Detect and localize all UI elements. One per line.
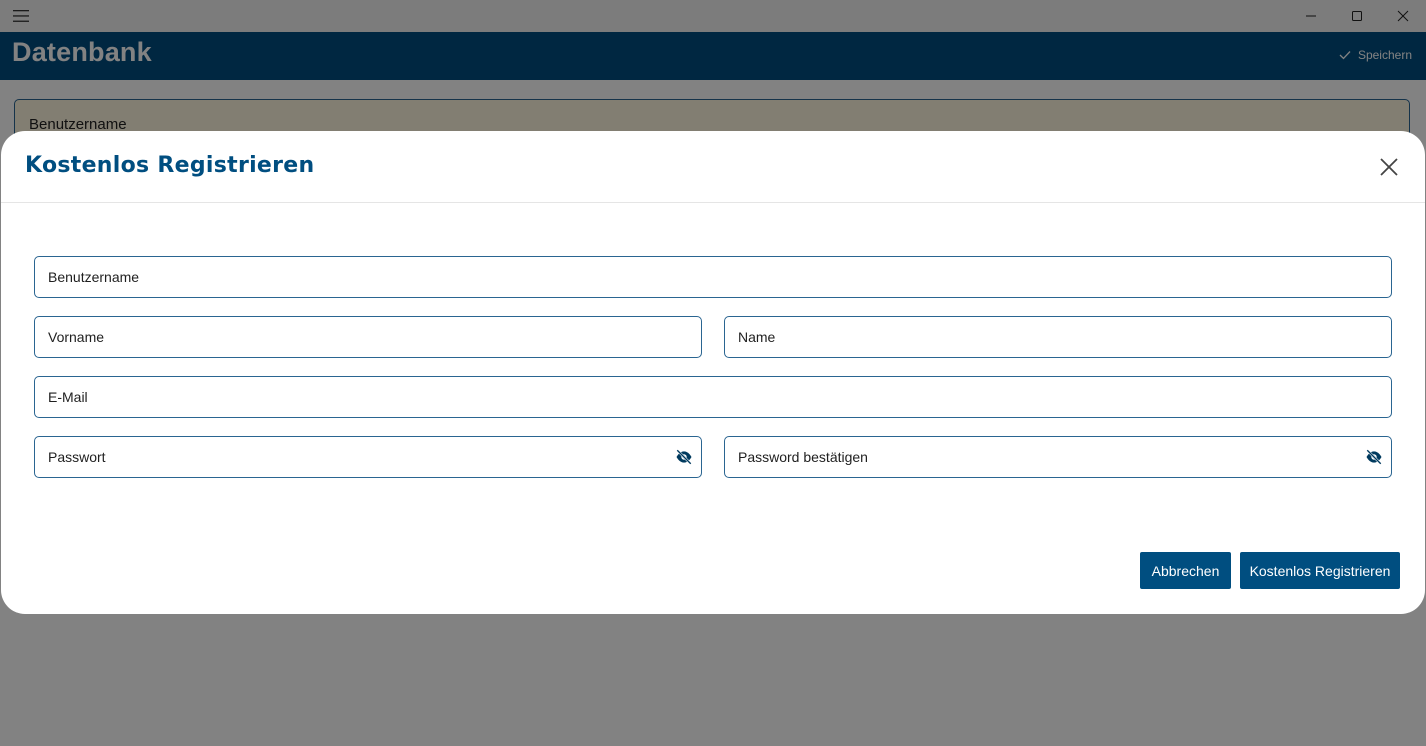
password-confirm-input[interactable]: [738, 437, 1351, 476]
firstname-input[interactable]: [48, 317, 661, 356]
eye-off-icon[interactable]: [1365, 448, 1383, 466]
lastname-input[interactable]: [738, 317, 1351, 356]
password-field: [34, 436, 702, 478]
password-confirm-field: [724, 436, 1392, 478]
cancel-button[interactable]: Abbrechen: [1140, 552, 1231, 589]
eye-off-icon[interactable]: [675, 448, 693, 466]
email-input[interactable]: [48, 377, 1351, 416]
email-field: [34, 376, 1392, 418]
dialog-divider: [1, 202, 1425, 203]
username-input[interactable]: [48, 257, 1351, 296]
register-button[interactable]: Kostenlos Registrieren: [1240, 552, 1400, 589]
dialog-title: Kostenlos Registrieren: [25, 153, 315, 178]
lastname-field: [724, 316, 1392, 358]
password-input[interactable]: [48, 437, 661, 476]
firstname-field: [34, 316, 702, 358]
close-icon[interactable]: [1377, 155, 1401, 179]
username-field: [34, 256, 1392, 298]
registration-dialog: Kostenlos Registrieren Benutzername Vorn…: [1, 131, 1425, 614]
